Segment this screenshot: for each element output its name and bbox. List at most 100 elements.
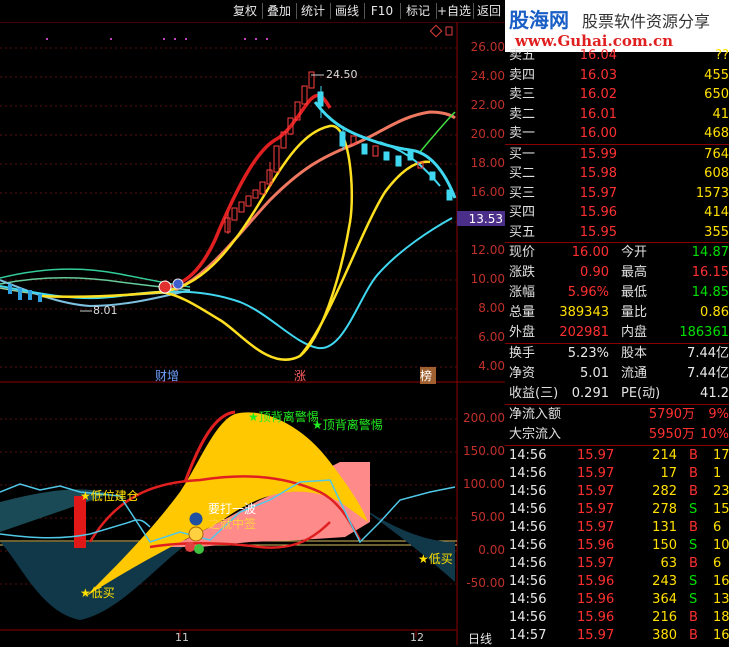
ask-volume: ?? (715, 48, 729, 63)
tick-volume: 131 (652, 520, 677, 535)
stat-value-2: 7.44亿 (687, 366, 729, 381)
back-button[interactable]: 返回 (474, 2, 504, 20)
tick-volume: 380 (652, 628, 677, 643)
tick-side: S (689, 592, 698, 607)
stat-value: 5.23% (567, 346, 609, 361)
tick-count: 10 (713, 538, 729, 553)
flow-pct: 10% (700, 427, 729, 442)
quote-row[interactable]: 14:56 15.97 278 S 15 (505, 500, 729, 519)
add-favorite-button[interactable]: +自选 (436, 2, 472, 20)
top-divergence-annotation: ★顶背离警惕 (248, 410, 319, 424)
period-daily-button[interactable]: 日线 (468, 630, 492, 647)
quote-row[interactable]: 换手 5.23% 股本 7.44亿 (505, 344, 729, 363)
bid-price: 15.96 (579, 205, 617, 220)
price-tick: 16.00 (470, 185, 505, 199)
tick-count: 18 (713, 610, 729, 625)
quote-row[interactable]: 卖五 16.04?? (505, 46, 729, 65)
quote-row[interactable]: 买一 15.99 764 (505, 145, 729, 164)
stat-value-2: 41.2 (700, 386, 729, 401)
statistics-button[interactable]: 统计 (296, 2, 330, 20)
site-logo[interactable]: 股海网 股票软件资源分享 www.Guhai.com.cn (505, 0, 729, 52)
tick-price: 15.97 (577, 628, 615, 643)
quote-row[interactable]: 14:56 15.97 63 B 6 (505, 554, 729, 573)
quote-row[interactable]: 涨幅 5.96% 最低 14.85 (505, 283, 729, 302)
date-label: 11 (175, 631, 189, 644)
tick-price: 15.97 (577, 520, 615, 535)
stat-label: 收益(三) (509, 386, 559, 401)
quote-row[interactable]: 卖四 16.03 455 (505, 66, 729, 85)
stat-label: 现价 (509, 245, 536, 260)
price-tick: 4.00 (478, 359, 505, 373)
overlay-button[interactable]: 叠加 (262, 2, 296, 20)
stat-label-2: 流通 (621, 366, 648, 381)
tick-price: 15.96 (577, 574, 615, 589)
logo-name: 股海网 (509, 8, 569, 32)
quote-row[interactable]: 买四 15.96 414 (505, 203, 729, 222)
stat-value-2: 0.86 (700, 305, 729, 320)
quote-row[interactable]: 14:57 15.97 380 B 16 (505, 626, 729, 645)
quote-row[interactable]: 涨跌 0.90 最高 16.15 (505, 263, 729, 282)
tick-price: 15.97 (577, 448, 615, 463)
price-tick: 8.00 (478, 301, 505, 315)
tick-side: S (689, 574, 698, 589)
quote-row[interactable]: 净资 5.01 流通 7.44亿 (505, 364, 729, 383)
indicator-tick: -50.00 (466, 576, 505, 590)
price-tick: 6.00 (478, 330, 505, 344)
tick-side: S (689, 502, 698, 517)
quote-row[interactable]: 大宗流入 5950万 10% (505, 425, 729, 444)
f10-button[interactable]: F10 (366, 2, 398, 20)
tick-volume: 243 (652, 574, 677, 589)
tick-volume: 282 (652, 484, 677, 499)
quote-row[interactable]: 卖三 16.02 650 (505, 85, 729, 104)
quote-row[interactable]: 14:56 15.96 216 B 18 (505, 608, 729, 627)
overlay-text-2: 之就中签 (208, 517, 257, 531)
tick-volume: 216 (652, 610, 677, 625)
top-divergence-annotation-2: ★顶背离警惕 (312, 418, 383, 432)
stat-value: 16.00 (571, 245, 609, 260)
stat-label-2: 内盘 (621, 325, 648, 340)
quote-row[interactable]: 卖二 16.01 41 (505, 105, 729, 124)
quote-row[interactable]: 现价 16.00 今开 14.87 (505, 243, 729, 262)
tick-price: 15.96 (577, 538, 615, 553)
quote-row[interactable]: 14:56 15.96 150 S 10 (505, 536, 729, 555)
bid-price: 15.95 (579, 224, 617, 240)
quote-row[interactable]: 14:56 15.97 214 B 17 (505, 446, 729, 465)
quote-row[interactable]: 14:56 15.97 17 B 1 (505, 464, 729, 483)
draw-line-button[interactable]: 画线 (330, 2, 364, 20)
event-label-rise[interactable]: 涨 (294, 367, 306, 384)
tick-time: 14:56 (509, 610, 547, 625)
tick-volume: 278 (652, 502, 677, 517)
chart-area[interactable]: 26.00 24.00 22.00 20.00 18.00 16.00 12.0… (0, 22, 505, 647)
quote-row[interactable]: 买五 15.95 355 (505, 223, 729, 242)
ask-volume: 468 (704, 126, 729, 141)
current-price-tag: 13.53 (468, 212, 503, 226)
stat-value: 5.01 (580, 366, 609, 381)
ask-price: 16.01 (579, 106, 617, 122)
restore-rights-button[interactable]: 复权 (228, 2, 262, 20)
stat-value: 202981 (559, 325, 609, 340)
quote-row[interactable]: 买二 15.98 608 (505, 164, 729, 183)
quote-row[interactable]: 净流入额 5790万 9% (505, 405, 729, 424)
quote-row[interactable]: 外盘 202981 内盘 186361 (505, 323, 729, 342)
tick-volume: 214 (652, 448, 677, 463)
bid-volume: 355 (704, 224, 729, 240)
mark-button[interactable]: 标记 (402, 2, 434, 20)
low-price-label: 8.01 (93, 304, 118, 317)
event-label-list[interactable]: 榜 (420, 367, 436, 384)
flow-pct: 9% (708, 407, 729, 422)
quote-row[interactable]: 收益(三) 0.291 PE(动) 41.2 (505, 384, 729, 403)
stat-label-2: PE(动) (621, 386, 661, 401)
event-label-earnings[interactable]: 财增 (155, 367, 179, 384)
quote-row[interactable]: 卖一 16.00 468 (505, 124, 729, 143)
stat-label: 涨跌 (509, 265, 536, 280)
tick-count: 16 (713, 628, 729, 643)
quote-row[interactable]: 总量 389343 量比 0.86 (505, 303, 729, 322)
quote-row[interactable]: 14:56 15.97 282 B 23 (505, 482, 729, 501)
tick-count: 1 (713, 466, 722, 481)
quote-row[interactable]: 14:56 15.97 131 B 6 (505, 518, 729, 537)
quote-row[interactable]: 14:56 15.96 243 S 16 (505, 572, 729, 591)
quote-row[interactable]: 14:56 15.96 364 S 13 (505, 590, 729, 609)
stat-value-2: 16.15 (691, 265, 729, 280)
quote-row[interactable]: 买三 15.97 1573 (505, 184, 729, 203)
low-buy-annotation-2: ★低买 (418, 552, 453, 566)
